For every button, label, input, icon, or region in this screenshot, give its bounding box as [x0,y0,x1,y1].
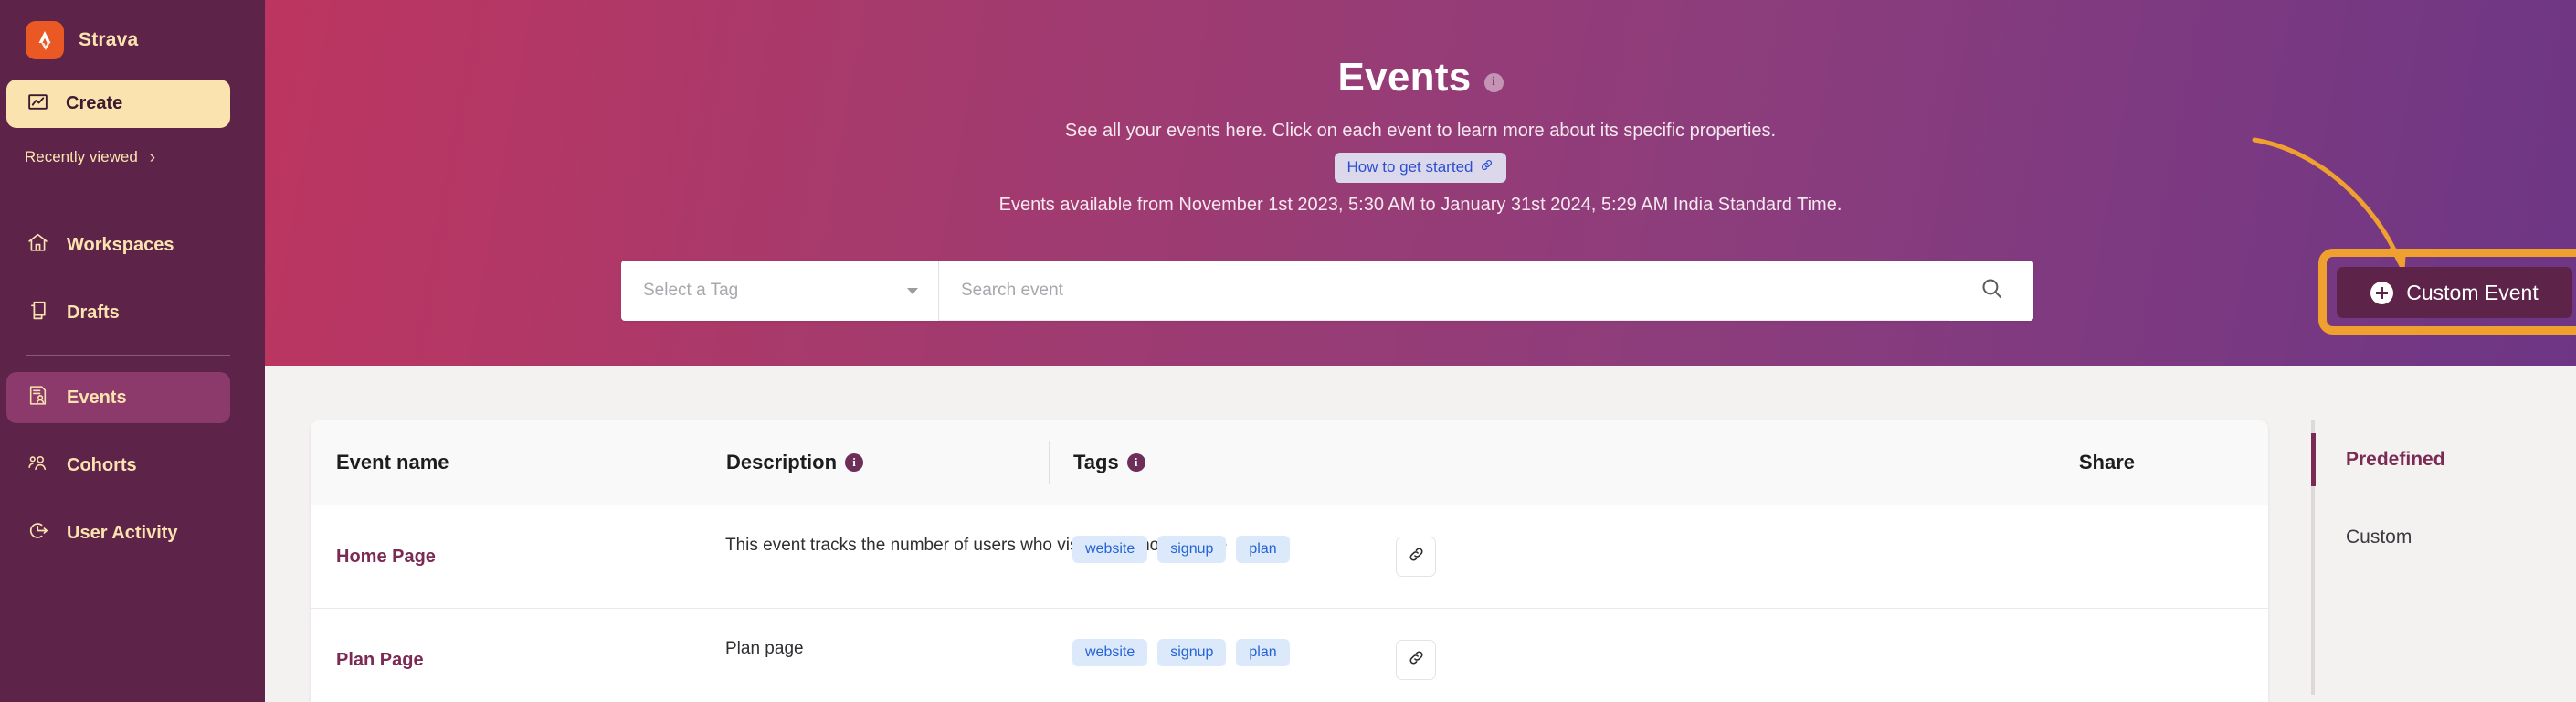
tag-pill[interactable]: plan [1236,639,1290,666]
event-name-link[interactable]: Home Page [336,547,436,567]
home-icon [26,231,49,259]
brand-name: Strava [79,29,139,50]
plus-circle-icon [2370,281,2394,304]
tag-select[interactable]: Select a Tag [621,261,939,321]
sidebar-item-events[interactable]: Events [6,372,230,423]
content-area: Event name Description i Tags i Share Ho… [265,366,2576,702]
link-icon [1408,546,1425,568]
sidebar-item-create-label: Create [66,93,123,113]
table-cell-share [1396,537,2268,577]
column-header-tags[interactable]: Tags i [1049,441,1396,484]
filter-item-custom[interactable]: Custom [2311,498,2576,576]
events-table: Event name Description i Tags i Share Ho… [311,420,2268,702]
column-header-tags-label: Tags [1073,451,1119,473]
filter-item-predefined[interactable]: Predefined [2311,420,2576,498]
how-to-wrap: How to get started [265,153,2576,183]
event-name-link[interactable]: Plan Page [336,650,424,670]
tag-pill[interactable]: website [1072,639,1148,666]
sidebar-item-events-label: Events [67,387,127,408]
search-input[interactable] [939,261,1949,321]
search-shell: Select a Tag [621,261,2033,321]
table-header-row: Event name Description i Tags i Share [311,420,2268,505]
events-availability-range: Events available from November 1st 2023,… [998,195,1842,215]
search-row: Select a Tag [621,261,2033,321]
how-to-get-started-button[interactable]: How to get started [1334,153,1507,183]
column-header-event-name[interactable]: Event name [336,451,702,474]
link-icon [1408,649,1425,671]
search-icon [1980,276,2004,305]
hero-subtitle: See all your events here. Click on each … [1064,121,1777,141]
sidebar-item-user-activity-label: User Activity [67,522,178,543]
table-row[interactable]: Plan Page Plan page website signup plan [311,608,2268,702]
event-description: Plan page [725,639,804,658]
recently-viewed[interactable]: Recently viewed › [0,148,265,166]
page-title: Events i [1337,55,1504,101]
people-icon [26,452,49,479]
external-link-icon [1480,158,1494,176]
page-title-text: Events [1337,55,1472,100]
sidebar-nav: Workspaces Drafts Events Cohorts User Ac… [0,219,265,558]
table-cell-event-name: Plan Page [336,650,702,671]
sidebar-divider [26,355,230,356]
sidebar: Strava Create Recently viewed › Workspac… [0,0,265,702]
tag-pill[interactable]: website [1072,536,1148,563]
tag-pill[interactable]: signup [1157,536,1227,563]
tag-select-placeholder: Select a Tag [643,281,739,300]
info-icon[interactable]: i [1483,72,1504,92]
column-header-description[interactable]: Description i [702,441,1049,484]
column-header-share: Share [1396,451,2268,474]
brand: Strava [0,0,265,66]
column-header-description-label: Description [726,451,838,473]
table-cell-tags: website signup plan [1049,639,1396,681]
table-row[interactable]: Home Page This event tracks the number o… [311,505,2268,608]
sidebar-item-user-activity[interactable]: User Activity [6,507,230,558]
column-header-event-name-label: Event name [336,451,449,473]
recently-viewed-label: Recently viewed [25,148,138,165]
custom-event-button[interactable]: Custom Event [2337,267,2572,318]
custom-event-label: Custom Event [2406,280,2539,304]
filter-item-custom-label: Custom [2346,526,2412,548]
sidebar-item-drafts[interactable]: Drafts [6,287,230,338]
table-cell-tags: website signup plan [1049,536,1396,578]
tag-pill[interactable]: signup [1157,639,1227,666]
description-info-icon[interactable]: i [845,453,864,472]
chevron-down-icon [907,287,918,294]
chevron-right-icon: › [149,147,156,167]
how-to-label: How to get started [1346,158,1473,176]
strava-logo-icon [26,21,64,59]
search-button[interactable] [1949,261,2033,321]
event-type-filter-panel: Predefined Custom [2311,420,2576,695]
table-cell-description: Plan page [702,639,1049,681]
sidebar-item-workspaces-label: Workspaces [67,234,174,255]
filter-item-predefined-label: Predefined [2346,448,2445,470]
event-person-icon [26,384,49,411]
sidebar-item-cohorts-label: Cohorts [67,454,137,475]
tag-list: website signup plan [1072,536,1396,563]
sidebar-item-cohorts[interactable]: Cohorts [6,440,230,491]
share-link-button[interactable] [1396,640,1436,680]
tags-info-icon[interactable]: i [1126,453,1145,472]
main-content: Events i See all your events here. Click… [265,0,2576,702]
tag-pill[interactable]: plan [1236,536,1290,563]
clock-arrow-icon [26,519,49,547]
documents-icon [26,299,49,326]
app-root: Strava Create Recently viewed › Workspac… [0,0,2576,702]
column-header-share-label: Share [2078,451,2135,473]
table-cell-share [1396,640,2268,680]
share-link-button[interactable] [1396,537,1436,577]
chart-box-icon [26,90,49,118]
sidebar-item-workspaces[interactable]: Workspaces [6,219,230,271]
table-cell-event-name: Home Page [336,547,702,568]
sidebar-item-drafts-label: Drafts [67,302,120,323]
table-cell-description: This event tracks the number of users wh… [702,536,1227,578]
tag-list: website signup plan [1072,639,1396,666]
sidebar-item-create[interactable]: Create [6,80,230,128]
